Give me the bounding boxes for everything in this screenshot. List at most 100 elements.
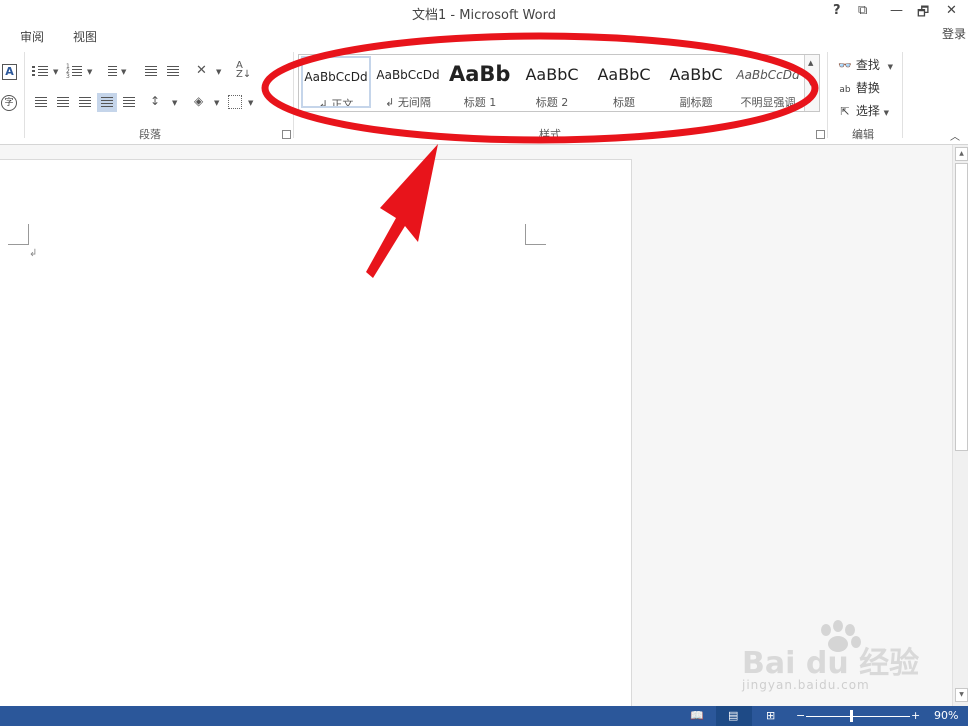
borders-icon[interactable] <box>228 95 242 109</box>
justify-icon[interactable] <box>97 93 117 112</box>
style-name: ↲ 正文 <box>303 96 369 108</box>
style-name: 标题 1 <box>445 94 515 108</box>
style-heading-2[interactable]: AaBbC 标题 2 <box>517 56 587 108</box>
chevron-down-icon[interactable]: ▼ <box>214 99 219 107</box>
zoom-slider-track[interactable] <box>806 716 910 717</box>
chevron-down-icon[interactable]: ▼ <box>216 68 221 76</box>
style-subtle-emphasis[interactable]: AaBbCcDd 不明显强调 <box>733 56 803 108</box>
tab-review[interactable]: 审阅 <box>20 28 44 45</box>
read-mode-icon[interactable]: 📖 <box>690 709 704 722</box>
crop-mark <box>525 224 546 245</box>
watermark-brand: Bai du 经验 <box>742 638 919 682</box>
tab-view[interactable]: 视图 <box>73 28 97 45</box>
style-name: 不明显强调 <box>733 94 803 108</box>
numbering-icon[interactable]: 123 <box>66 63 84 79</box>
document-page[interactable]: ↲ <box>0 159 632 707</box>
style-sample: AaBbC <box>517 65 587 84</box>
style-sample: AaBbCcDd <box>733 68 803 82</box>
replace-label: 替换 <box>856 81 880 95</box>
align-left-icon[interactable] <box>32 94 50 110</box>
chevron-down-icon: ▼ <box>884 109 889 117</box>
style-name: 副标题 <box>661 94 731 108</box>
zoom-slider-thumb[interactable] <box>850 710 853 722</box>
style-name: 标题 <box>589 94 659 108</box>
align-center-icon[interactable] <box>54 94 72 110</box>
paragraph-group-label: 段落 <box>139 126 161 142</box>
close-button[interactable]: ✕ <box>946 3 957 18</box>
zoom-out-button[interactable]: − <box>796 709 805 722</box>
crop-mark <box>8 224 29 245</box>
style-sample: AaBbCcDd <box>303 70 369 84</box>
shading-icon[interactable]: ◈ <box>194 94 212 110</box>
style-sample: AaBbCcDd <box>373 68 443 82</box>
styles-gallery: AaBbCcDd ↲ 正文 AaBbCcDd ↲ 无间隔 AaBb 标题 1 A… <box>298 54 820 112</box>
increase-indent-icon[interactable] <box>164 63 182 79</box>
print-layout-icon[interactable]: ▤ <box>728 709 738 722</box>
style-sample: AaBbC <box>589 65 659 84</box>
cursor-icon: ⇱ <box>838 105 852 118</box>
ribbon-display-options-icon[interactable]: ⧉ <box>858 3 867 18</box>
line-spacing-icon[interactable]: ↕ <box>150 94 168 110</box>
chevron-down-icon[interactable]: ▼ <box>121 68 126 76</box>
restore-button[interactable]: 🗗 <box>917 3 929 25</box>
baidu-watermark: Bai du 经验 jingyan.baidu.com <box>742 618 922 698</box>
style-sample: AaBb <box>449 62 515 86</box>
sort-icon[interactable]: AZ↓ <box>236 61 254 77</box>
watermark-url: jingyan.baidu.com <box>742 678 870 692</box>
style-subtitle[interactable]: AaBbC 副标题 <box>661 56 731 108</box>
group-separator <box>902 52 903 138</box>
chevron-down-icon: ▼ <box>888 63 893 71</box>
replace-icon: ab <box>838 85 852 95</box>
style-name: 标题 2 <box>517 94 587 108</box>
help-button[interactable]: ? <box>833 3 841 18</box>
styles-group-label: 样式 <box>539 126 561 142</box>
style-sample: AaBbC <box>661 65 731 84</box>
distributed-icon[interactable] <box>120 94 138 110</box>
find-button[interactable]: 👓 查找 ▼ <box>838 56 893 73</box>
multilevel-list-icon[interactable] <box>100 63 118 79</box>
enclose-characters-icon[interactable]: 字 <box>1 95 17 111</box>
chevron-down-icon[interactable]: ▼ <box>172 99 177 107</box>
status-bar: 📖 ▤ ⊞ − + 90% <box>0 706 968 726</box>
scrollbar-thumb[interactable] <box>955 163 968 451</box>
styles-gallery-scroll[interactable]: ▲ ▼ ▾ <box>804 55 819 111</box>
scroll-up-icon[interactable]: ▲ <box>955 147 968 161</box>
style-no-spacing[interactable]: AaBbCcDd ↲ 无间隔 <box>373 56 443 108</box>
vertical-scrollbar[interactable]: ▲ ▼ <box>952 145 968 706</box>
chevron-down-icon[interactable]: ▼ <box>808 79 813 87</box>
chevron-down-icon[interactable]: ▼ <box>87 68 92 76</box>
character-border-icon[interactable]: A <box>2 64 17 80</box>
binoculars-icon: 👓 <box>838 59 852 72</box>
style-name: ↲ 无间隔 <box>373 94 443 108</box>
ribbon-tabs: 审阅 视图 <box>0 24 968 46</box>
select-label: 选择 <box>856 104 880 118</box>
align-right-icon[interactable] <box>76 94 94 110</box>
collapse-ribbon-icon[interactable]: ︿ <box>950 128 960 143</box>
group-separator <box>24 52 25 138</box>
chinese-layout-icon[interactable]: ✕ <box>196 63 214 79</box>
chevron-down-icon[interactable]: ▼ <box>248 99 253 107</box>
group-separator <box>827 52 828 138</box>
text-cursor: ↲ <box>29 248 37 259</box>
style-heading-1[interactable]: AaBb 标题 1 <box>445 56 515 108</box>
paragraph-dialog-launcher-icon[interactable] <box>282 130 291 139</box>
group-separator <box>293 52 294 138</box>
style-normal[interactable]: AaBbCcDd ↲ 正文 <box>301 56 371 108</box>
chevron-up-icon[interactable]: ▲ <box>808 59 813 67</box>
zoom-in-button[interactable]: + <box>911 709 920 722</box>
web-layout-icon[interactable]: ⊞ <box>766 709 775 722</box>
minimize-button[interactable]: — <box>890 3 903 18</box>
select-button[interactable]: ⇱ 选择 ▼ <box>838 102 889 119</box>
chevron-down-icon[interactable]: ▼ <box>53 68 58 76</box>
more-styles-icon[interactable]: ▾ <box>808 97 812 105</box>
style-title[interactable]: AaBbC 标题 <box>589 56 659 108</box>
title-bar: 文档1 - Microsoft Word ? ⧉ — 🗗 ✕ <box>0 0 968 24</box>
styles-dialog-launcher-icon[interactable] <box>816 130 825 139</box>
zoom-level[interactable]: 90% <box>934 709 958 722</box>
bullets-icon[interactable] <box>32 63 50 79</box>
editing-group-label: 编辑 <box>852 126 874 142</box>
decrease-indent-icon[interactable] <box>142 63 160 79</box>
scroll-down-icon[interactable]: ▼ <box>955 688 968 702</box>
find-label: 查找 <box>856 58 880 72</box>
replace-button[interactable]: ab 替换 <box>838 79 880 96</box>
